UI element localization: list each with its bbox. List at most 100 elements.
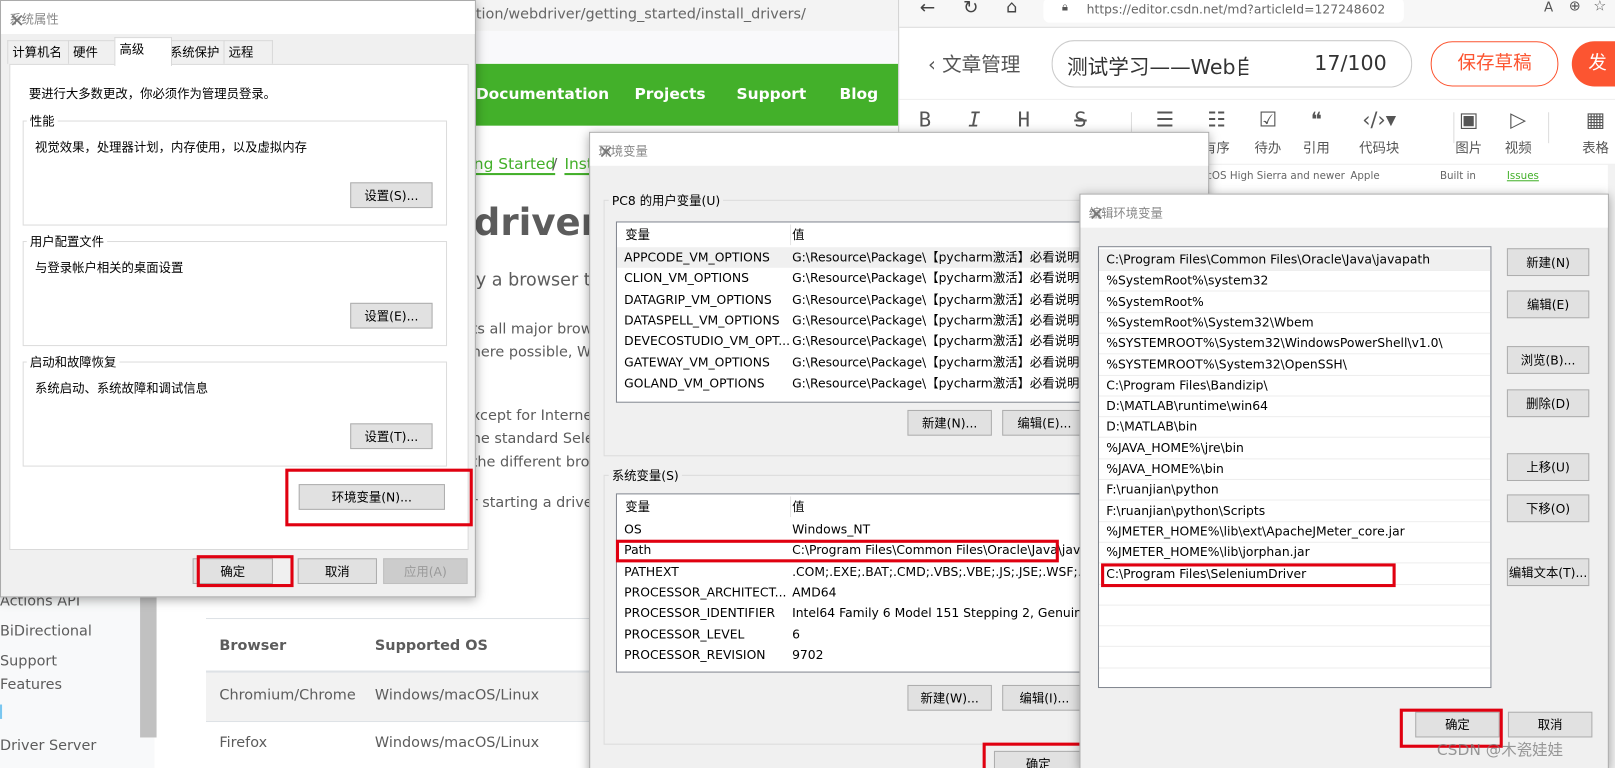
close-icon[interactable]: ✕ bbox=[9, 10, 464, 32]
highlight-box bbox=[615, 539, 1059, 563]
settings-button[interactable]: 设置(T)... bbox=[350, 423, 433, 450]
save-draft-label: 保存草稿 bbox=[1457, 52, 1532, 75]
group-description: 系统启动、系统故障和调试信息 bbox=[35, 381, 209, 396]
code-block-tool[interactable]: ‹/›▾ 代码块 bbox=[1353, 100, 1405, 162]
cell-vendor: Apple bbox=[1350, 170, 1380, 183]
toolbar-label: 待办 bbox=[1254, 141, 1282, 157]
zoom-icon[interactable]: ⊕ bbox=[1569, 0, 1581, 14]
list-item[interactable]: D:\MATLAB\runtime\win64 bbox=[1099, 396, 1491, 418]
close-icon[interactable]: ✕ bbox=[1089, 204, 1598, 226]
list-item[interactable]: F:\ruanjian\python bbox=[1099, 479, 1491, 501]
group-description: 与登录帐户相关的桌面设置 bbox=[35, 260, 184, 276]
list-item[interactable]: %SystemRoot%\System32\Wbem bbox=[1099, 312, 1491, 334]
system-new-button[interactable]: 新建(W)... bbox=[907, 684, 992, 711]
button-label: 上移(U) bbox=[1526, 460, 1570, 475]
list-item[interactable]: %JAVA_HOME%\bin bbox=[1099, 458, 1491, 480]
path-entries-list[interactable]: C:\Program Files\Common Files\Oracle\Jav… bbox=[1097, 246, 1492, 689]
sidebar-scrollbar[interactable] bbox=[140, 595, 157, 738]
video-tool[interactable]: ▷ 视频 bbox=[1492, 100, 1544, 162]
lock-icon: 🔒︎ bbox=[1061, 0, 1068, 14]
button-label: 编辑(I)... bbox=[1019, 691, 1070, 706]
cancel-button[interactable]: 取消 bbox=[297, 558, 377, 585]
sidebar-item-driver-server[interactable]: Driver Server bbox=[0, 737, 96, 753]
nav-projects[interactable]: Projects bbox=[634, 84, 705, 103]
tab-3[interactable]: 系统保护 bbox=[164, 40, 231, 64]
publish-button[interactable]: 发 bbox=[1571, 41, 1615, 87]
issues-link[interactable]: Issues bbox=[1507, 171, 1539, 182]
cell-os: Windows/macOS/Linux bbox=[374, 734, 540, 751]
edit-side-button-6[interactable]: 编辑文本(T)... bbox=[1506, 558, 1590, 587]
docs-url: tion/webdriver/getting_started/install_d… bbox=[475, 6, 806, 23]
todo-list-tool[interactable]: ☑ 待办 bbox=[1242, 100, 1294, 162]
var-name: DEVECOSTUDIO_VM_OPT... bbox=[624, 333, 789, 349]
column-header-name[interactable]: 变量 bbox=[625, 496, 792, 518]
tab-4[interactable]: 远程 bbox=[223, 40, 273, 64]
cancel-button[interactable]: 取消 bbox=[1507, 711, 1593, 738]
apply-button[interactable]: 应用(A) bbox=[383, 558, 468, 585]
button-label: 编辑文本(T)... bbox=[1508, 565, 1588, 580]
user-edit-button[interactable]: 编辑(E)... bbox=[1002, 409, 1087, 436]
csdn-back-link[interactable]: ‹ 文章管理 bbox=[928, 49, 1020, 77]
apply-label: 应用(A) bbox=[403, 564, 447, 579]
breadcrumb-getting-started[interactable]: ng Started bbox=[473, 155, 556, 176]
close-icon[interactable]: ✕ bbox=[598, 142, 1197, 164]
settings-group bbox=[22, 241, 448, 347]
edit-side-button-5[interactable]: 下移(O) bbox=[1506, 494, 1590, 523]
list-item[interactable]: D:\MATLAB\bin bbox=[1099, 417, 1491, 439]
column-header-value[interactable]: 值 bbox=[792, 496, 804, 517]
list-item[interactable]: F:\ruanjian\python\Scripts bbox=[1099, 500, 1491, 522]
back-icon[interactable]: ← bbox=[920, 0, 936, 19]
list-item[interactable]: %SystemRoot%\system32 bbox=[1099, 270, 1491, 292]
read-aloud-icon[interactable]: A bbox=[1544, 0, 1553, 15]
edit-side-button-3[interactable]: 删除(D) bbox=[1506, 389, 1590, 418]
user-new-button[interactable]: 新建(N)... bbox=[907, 409, 992, 436]
todo-list-icon: ☑ bbox=[1258, 107, 1278, 132]
button-label: 新建(N)... bbox=[921, 416, 978, 431]
save-draft-button[interactable]: 保存草稿 bbox=[1430, 41, 1559, 87]
article-title-input[interactable]: 测试学习——Web自动化 17/100 bbox=[1051, 40, 1413, 88]
settings-group bbox=[22, 120, 448, 226]
edit-side-button-1[interactable]: 编辑(E) bbox=[1506, 290, 1590, 319]
edit-side-button-0[interactable]: 新建(N) bbox=[1506, 248, 1590, 277]
tab-2[interactable]: 高级 bbox=[114, 37, 173, 66]
csdn-url-field[interactable]: 🔒︎ https://editor.csdn.net/md?articleId=… bbox=[1043, 0, 1404, 23]
button-label: 删除(D) bbox=[1526, 396, 1571, 411]
edit-side-button-4[interactable]: 上移(U) bbox=[1506, 453, 1590, 482]
var-name: PROCESSOR_LEVEL bbox=[624, 626, 745, 642]
list-item[interactable]: %JMETER_HOME%\lib\ext\ApacheJMeter_core.… bbox=[1099, 521, 1491, 543]
sidebar-item-features[interactable]: Features bbox=[0, 677, 62, 693]
list-item[interactable]: %JAVA_HOME%\jre\bin bbox=[1099, 437, 1491, 460]
nav-blog[interactable]: Blog bbox=[839, 84, 878, 103]
settings-button[interactable]: 设置(E)... bbox=[350, 302, 433, 329]
settings-button[interactable]: 设置(S)... bbox=[350, 182, 433, 209]
sidebar-item-support[interactable]: Support bbox=[0, 653, 57, 669]
nav-support[interactable]: Support bbox=[736, 84, 806, 103]
publish-label: 发 bbox=[1588, 52, 1607, 75]
nav-documentation[interactable]: Documentation bbox=[476, 84, 609, 103]
list-item[interactable]: %SYSTEMROOT%\System32\OpenSSH\ bbox=[1099, 354, 1491, 376]
reload-icon[interactable]: ↻ bbox=[963, 0, 979, 19]
user-vars-label: PC8 的用户变量(U) bbox=[608, 191, 724, 210]
edit-side-button-2[interactable]: 浏览(B)... bbox=[1506, 346, 1590, 374]
table-tool[interactable]: ▦ 表格 bbox=[1570, 100, 1615, 162]
home-icon[interactable]: ⌂ bbox=[1006, 0, 1017, 18]
system-edit-button[interactable]: 编辑(I)... bbox=[1002, 684, 1087, 711]
var-value: G:\Resource\Package\【pycharm激活】必看说明等 bbox=[792, 292, 1092, 307]
quote-tool[interactable]: ❝ 引用 bbox=[1291, 100, 1343, 162]
column-header-value[interactable]: 值 bbox=[792, 225, 804, 246]
favorite-icon[interactable]: ☆ bbox=[1593, 0, 1606, 14]
column-header-name[interactable]: 变量 bbox=[625, 224, 792, 246]
sidebar-item-bidirectional[interactable]: BiDirectional bbox=[0, 623, 92, 639]
list-item[interactable]: C:\Program Files\Bandizip\ bbox=[1099, 375, 1491, 397]
group-description: 视觉效果，处理器计划，内存使用，以及虚拟内存 bbox=[35, 140, 307, 155]
list-item[interactable]: %SYSTEMROOT%\System32\WindowsPowerShell\… bbox=[1099, 333, 1491, 355]
image-tool[interactable]: ▣ 图片 bbox=[1443, 100, 1495, 162]
docs-text-line: xcept for Internet bbox=[471, 407, 598, 425]
docs-text-line: here possible, W bbox=[471, 344, 592, 361]
list-item[interactable]: %JMETER_HOME%\lib\jorphan.jar bbox=[1099, 542, 1491, 564]
list-item[interactable]: C:\Program Files\Common Files\Oracle\Jav… bbox=[1099, 249, 1491, 271]
toolbar-label: 引用 bbox=[1302, 141, 1330, 157]
tab-0[interactable]: 计算机名 bbox=[7, 40, 76, 64]
bold-icon: B bbox=[918, 107, 932, 132]
list-item[interactable]: %SystemRoot% bbox=[1099, 291, 1491, 313]
